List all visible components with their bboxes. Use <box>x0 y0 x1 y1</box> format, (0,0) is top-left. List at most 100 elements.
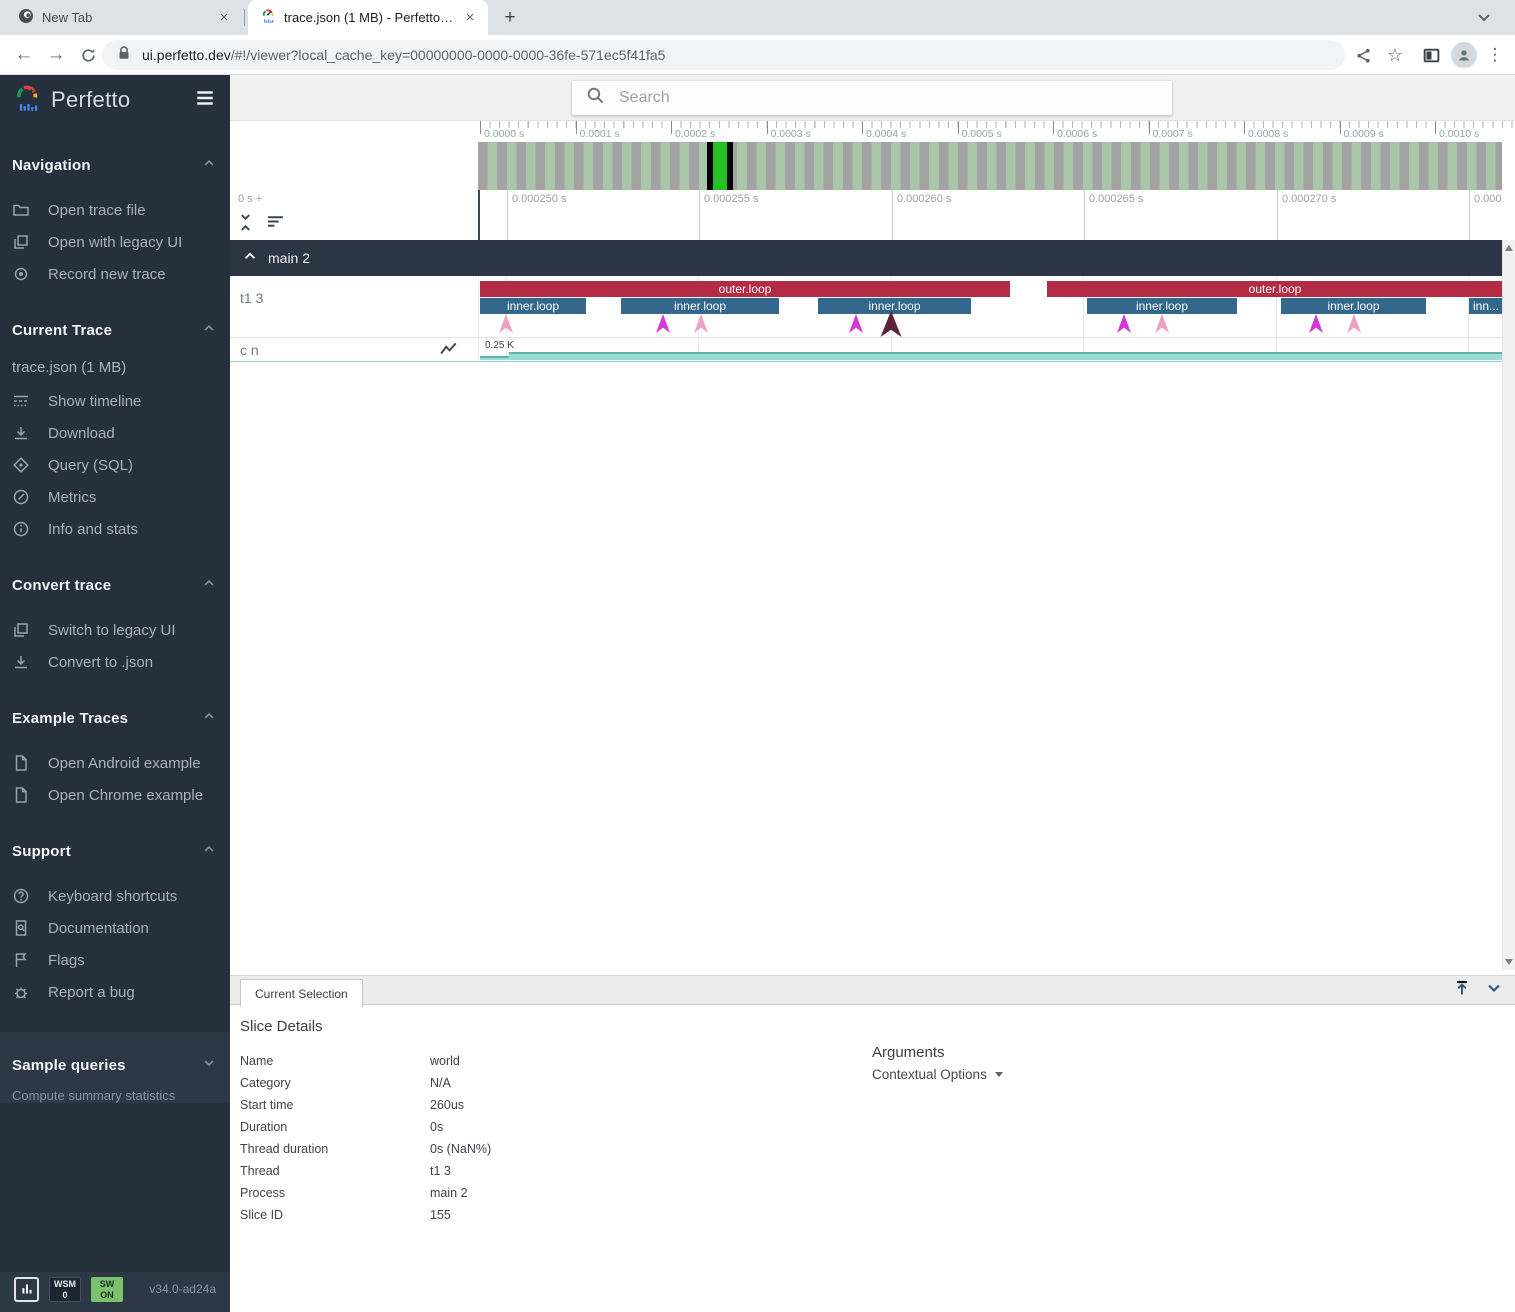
instant-marker[interactable] <box>1309 314 1323 333</box>
instant-marker[interactable] <box>1155 314 1169 333</box>
tab-new-tab[interactable]: New Tab × <box>6 0 242 35</box>
sidebar-item-open-chrome-example[interactable]: Open Chrome example <box>12 779 216 811</box>
ruler-shell: 0 s + <box>230 190 478 240</box>
thread-track-canvas[interactable]: outer.loopouter.loopinner.loopinner.loop… <box>478 276 1502 337</box>
instant-marker[interactable] <box>849 314 863 333</box>
sidebar-item-switch-to-legacy-ui[interactable]: Switch to legacy UI <box>12 614 216 646</box>
counter-mode-icon[interactable] <box>440 342 458 361</box>
viewport-window[interactable] <box>713 142 727 190</box>
sidebar-item-keyboard-shortcuts[interactable]: Keyboard shortcuts <box>12 880 216 912</box>
sidebar-item-flags[interactable]: Flags <box>12 944 216 976</box>
instant-marker[interactable] <box>1347 314 1361 333</box>
section-title[interactable]: Navigation <box>12 150 216 180</box>
tab-perfetto[interactable]: trace.json (1 MB) - Perfetto UI × <box>248 0 488 35</box>
counter-track-shell[interactable]: c n <box>230 338 478 361</box>
hamburger-menu-icon[interactable] <box>194 87 216 114</box>
group-title: main 2 <box>268 250 310 266</box>
slice-outer-loop[interactable]: outer.loop <box>480 281 1010 297</box>
detail-label: Category <box>240 1076 430 1090</box>
chart-stats-icon[interactable] <box>14 1277 39 1302</box>
section-title[interactable]: Convert trace <box>12 570 216 600</box>
back-button[interactable]: ← <box>10 41 38 69</box>
ruler-canvas[interactable]: 0.000250 s0.000255 s0.000260 s0.000265 s… <box>478 190 1502 240</box>
instant-marker[interactable] <box>694 314 708 333</box>
side-panel-icon[interactable] <box>1419 43 1443 67</box>
overview-tick <box>767 121 768 134</box>
sidebar-item-documentation[interactable]: Documentation <box>12 912 216 944</box>
bookmark-star-icon[interactable]: ☆ <box>1383 43 1407 67</box>
sidebar-item-metrics[interactable]: Metrics <box>12 481 216 513</box>
collapse-tracks-icon[interactable] <box>238 214 253 236</box>
detail-label: Process <box>240 1186 430 1200</box>
expand-panel-icon[interactable] <box>1453 979 1471 1002</box>
arguments-section: Arguments Contextual Options <box>872 1044 1003 1082</box>
slice-inner-loop[interactable]: inn... <box>1469 298 1502 314</box>
sidebar-item-report-a-bug[interactable]: Report a bug <box>12 976 216 1008</box>
slice-inner-loop[interactable]: inner.loop <box>480 298 586 314</box>
timeline-icon <box>12 392 30 410</box>
ruler-tick <box>1469 190 1470 240</box>
sidebar-item-info-and-stats[interactable]: Info and stats <box>12 513 216 545</box>
lock-icon[interactable] <box>116 45 132 66</box>
sidebar-item-open-trace-file[interactable]: Open trace file <box>12 194 216 226</box>
overview-tick <box>1053 121 1054 134</box>
section-title[interactable]: Current Trace <box>12 315 216 345</box>
overview-tick-label: 0.0001 s <box>580 128 620 140</box>
sidebar-item-open-with-legacy-ui[interactable]: Open with legacy UI <box>12 226 216 258</box>
scroll-up-icon[interactable] <box>1505 245 1513 251</box>
timeline-minimap[interactable] <box>478 142 1502 190</box>
section-items: Open trace fileOpen with legacy UIRecord… <box>12 194 216 290</box>
overview-tick <box>576 121 577 134</box>
contextual-options-dropdown[interactable]: Contextual Options <box>872 1067 1003 1082</box>
url-bar[interactable]: ui.perfetto.dev/#!/viewer?local_cache_ke… <box>102 40 1345 70</box>
slice-inner-loop[interactable]: inner.loop <box>1087 298 1237 314</box>
thread-track-shell[interactable]: t1 3 <box>230 276 478 337</box>
sidebar-item-label: Flags <box>48 952 85 969</box>
sidebar-item-record-new-trace[interactable]: Record new trace <box>12 258 216 290</box>
process-group-header[interactable]: main 2 <box>230 240 1502 276</box>
counter-track-canvas[interactable]: 0.25 K <box>478 338 1502 361</box>
sidebar-item-query-sql-[interactable]: Query (SQL) <box>12 449 216 481</box>
slice-inner-loop[interactable]: inner.loop <box>1281 298 1426 314</box>
tab-search-chevron-icon[interactable] <box>1475 8 1493 31</box>
instant-marker[interactable] <box>656 314 670 333</box>
share-icon[interactable] <box>1351 43 1375 67</box>
forward-button[interactable]: → <box>42 41 70 69</box>
detail-label: Name <box>240 1054 430 1068</box>
detail-label: Duration <box>240 1120 430 1134</box>
viewport-handle-right[interactable] <box>727 142 733 190</box>
section-title[interactable]: Support <box>12 836 216 866</box>
sidebar: Perfetto NavigationOpen trace fileOpen w… <box>0 75 230 1312</box>
legacy-ui-icon <box>12 233 30 251</box>
vertical-scrollbar[interactable] <box>1502 240 1515 970</box>
tab-close-icon[interactable]: × <box>216 9 232 26</box>
sort-tracks-icon[interactable] <box>267 214 284 236</box>
ruler-tick-label: 0.000260 s <box>897 193 951 205</box>
slice-inner-loop[interactable]: inner.loop <box>818 298 971 314</box>
profile-avatar[interactable] <box>1451 42 1477 68</box>
new-tab-button[interactable]: + <box>498 6 522 30</box>
version-label: v34.0-ad24a <box>133 1282 216 1296</box>
collapse-panel-chevron-icon[interactable] <box>1485 979 1503 1002</box>
menu-kebab-icon[interactable]: ⋮ <box>1483 43 1507 67</box>
slice-inner-loop[interactable]: inner.loop <box>621 298 779 314</box>
current-selection-tab[interactable]: Current Selection <box>240 979 363 1007</box>
slice-outer-loop[interactable]: outer.loop <box>1047 281 1502 297</box>
sidebar-item-show-timeline[interactable]: Show timeline <box>12 385 216 417</box>
sample-queries-title[interactable]: Sample queries <box>12 1050 216 1080</box>
reload-button[interactable] <box>74 41 102 69</box>
overview-tick-label: 0.0005 s <box>962 128 1002 140</box>
search-input[interactable]: Search <box>572 81 1172 115</box>
sample-queries-subtitle[interactable]: Compute summary statistics <box>12 1088 216 1103</box>
sidebar-section: Example Traces Open Android exampleOpen C… <box>0 703 230 811</box>
sidebar-item-open-android-example[interactable]: Open Android example <box>12 747 216 779</box>
tab-close-icon[interactable]: × <box>462 9 478 26</box>
scroll-down-icon[interactable] <box>1505 959 1513 965</box>
download-icon <box>12 424 30 442</box>
sidebar-item-convert-to-json[interactable]: Convert to .json <box>12 646 216 678</box>
sidebar-item-download[interactable]: Download <box>12 417 216 449</box>
section-title[interactable]: Example Traces <box>12 703 216 733</box>
overview-tick <box>1244 121 1245 134</box>
instant-marker[interactable] <box>1117 314 1131 333</box>
app-topbar: Search <box>230 75 1515 121</box>
